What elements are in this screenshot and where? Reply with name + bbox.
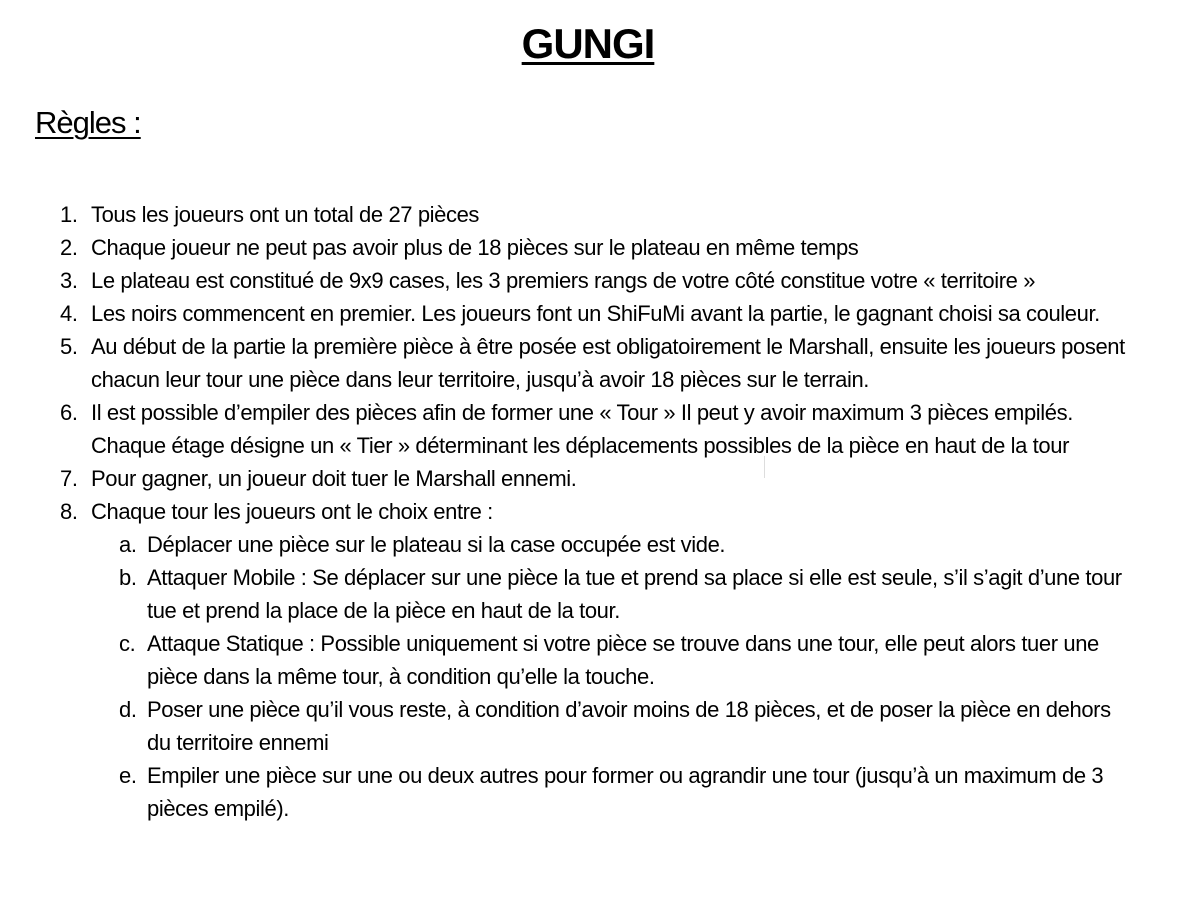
- rules-list: 1. Tous les joueurs ont un total de 27 p…: [60, 198, 1135, 825]
- rule-item-2: 2. Chaque joueur ne peut pas avoir plus …: [60, 231, 1135, 264]
- rule-item-7: 7. Pour gagner, un joueur doit tuer le M…: [60, 462, 1135, 495]
- rule-number: 5.: [60, 334, 78, 359]
- choice-item-a: a. Déplacer une pièce sur le plateau si …: [91, 528, 1135, 561]
- rule-text: Chaque tour les joueurs ont le choix ent…: [91, 499, 493, 524]
- rule-number: 4.: [60, 301, 78, 326]
- choice-letter: d.: [119, 697, 137, 722]
- rule-text: Au début de la partie la première pièce …: [91, 334, 1125, 392]
- rule-text: Il est possible d’empiler des pièces afi…: [91, 400, 1073, 458]
- choice-item-c: c. Attaque Statique : Possible uniquemen…: [91, 627, 1135, 693]
- choice-text: Attaque Statique : Possible uniquement s…: [147, 631, 1099, 689]
- rule-number: 2.: [60, 235, 78, 260]
- rules-heading-text: Règles :: [35, 105, 142, 140]
- rule-text: Le plateau est constitué de 9x9 cases, l…: [91, 268, 1036, 293]
- document-page: GUNGI Règles : 1. Tous les joueurs ont u…: [0, 0, 1200, 900]
- rules-heading: Règles :: [35, 104, 142, 142]
- rule-number: 6.: [60, 400, 78, 425]
- choice-text: Déplacer une pièce sur le plateau si la …: [147, 532, 726, 557]
- document-title: GUNGI: [0, 18, 1176, 70]
- rule-item-4: 4. Les noirs commencent en premier. Les …: [60, 297, 1135, 330]
- turn-choices-list: a. Déplacer une pièce sur le plateau si …: [91, 528, 1135, 825]
- choice-letter: a.: [119, 532, 137, 557]
- rule-text: Pour gagner, un joueur doit tuer le Mars…: [91, 466, 577, 491]
- rule-number: 8.: [60, 499, 78, 524]
- rule-number: 3.: [60, 268, 78, 293]
- choice-letter: c.: [119, 631, 136, 656]
- document-title-text: GUNGI: [521, 20, 656, 67]
- text-cursor-icon: [764, 456, 767, 478]
- rule-text: Chaque joueur ne peut pas avoir plus de …: [91, 235, 859, 260]
- choice-text: Attaquer Mobile : Se déplacer sur une pi…: [147, 565, 1122, 623]
- rule-item-1: 1. Tous les joueurs ont un total de 27 p…: [60, 198, 1135, 231]
- rule-item-6: 6. Il est possible d’empiler des pièces …: [60, 396, 1135, 462]
- rule-text: Tous les joueurs ont un total de 27 pièc…: [91, 202, 480, 227]
- choice-letter: e.: [119, 763, 137, 788]
- rule-item-5: 5. Au début de la partie la première piè…: [60, 330, 1135, 396]
- choice-text: Poser une pièce qu’il vous reste, à cond…: [147, 697, 1111, 755]
- rule-text: Les noirs commencent en premier. Les jou…: [91, 301, 1100, 326]
- choice-item-b: b. Attaquer Mobile : Se déplacer sur une…: [91, 561, 1135, 627]
- rule-item-8: 8. Chaque tour les joueurs ont le choix …: [60, 495, 1135, 825]
- rule-number: 1.: [60, 202, 78, 227]
- rule-number: 7.: [60, 466, 78, 491]
- choice-item-e: e. Empiler une pièce sur une ou deux aut…: [91, 759, 1135, 825]
- choice-text: Empiler une pièce sur une ou deux autres…: [147, 763, 1104, 821]
- rule-item-3: 3. Le plateau est constitué de 9x9 cases…: [60, 264, 1135, 297]
- choice-item-d: d. Poser une pièce qu’il vous reste, à c…: [91, 693, 1135, 759]
- choice-letter: b.: [119, 565, 137, 590]
